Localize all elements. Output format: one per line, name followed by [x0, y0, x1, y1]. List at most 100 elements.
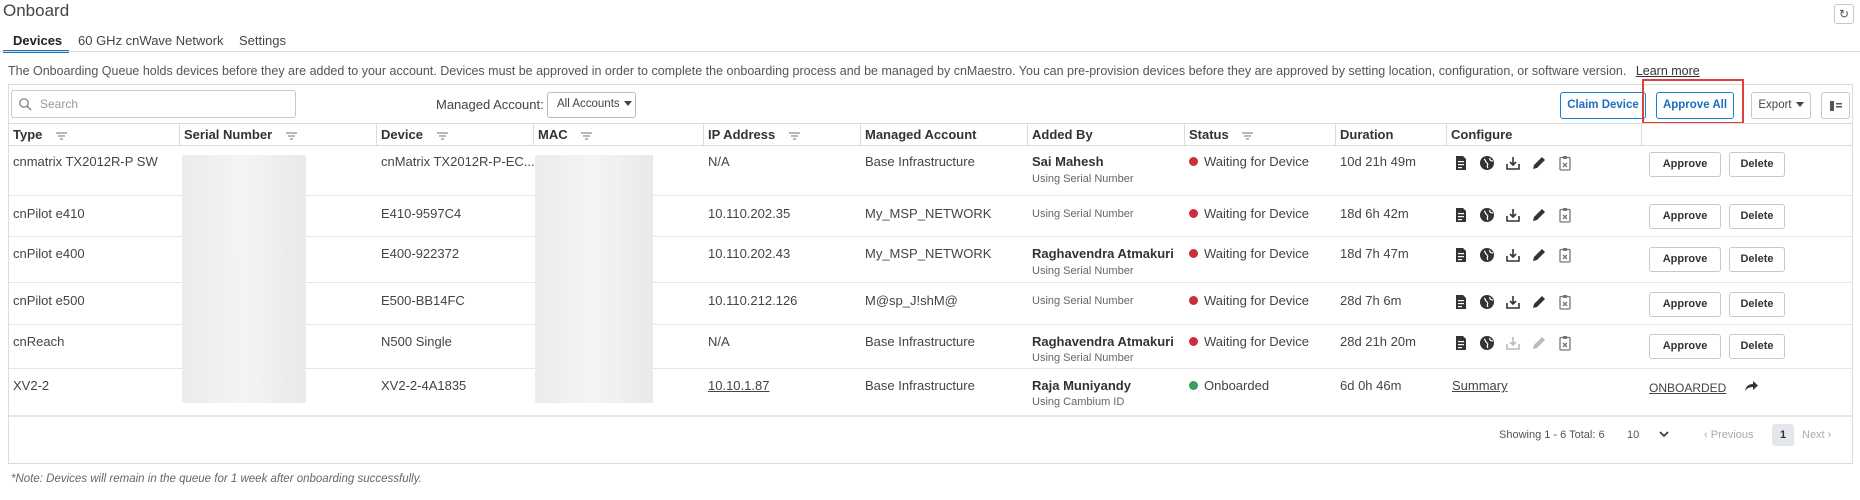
filter-icon[interactable]	[285, 131, 297, 140]
status-waiting-icon	[1189, 209, 1198, 218]
pagination-bar: Showing 1 - 6 Total: 6 10 ‹ Previous 1 N…	[9, 418, 1852, 454]
device-name[interactable]: N500 Single	[381, 334, 452, 349]
device-name[interactable]: E400-922372	[381, 246, 459, 261]
filter-icon[interactable]	[788, 131, 800, 140]
managed-account: My_MSP_NETWORK	[865, 206, 992, 221]
column-header-managed-account[interactable]: Managed Account	[865, 127, 976, 142]
status-waiting-icon	[1189, 337, 1198, 346]
device-type: cnPilot e400	[13, 246, 85, 261]
delete-button[interactable]: Delete	[1729, 334, 1785, 359]
column-header-type[interactable]: Type	[13, 127, 68, 142]
column-divider	[1641, 123, 1642, 146]
clipboard-remove-icon[interactable]	[1557, 294, 1573, 310]
globe-icon[interactable]	[1479, 294, 1495, 310]
tab-60ghz-cnwave-network[interactable]: 60 GHz cnWave Network	[78, 33, 223, 48]
table-row: XV2-2 XV2-2-4A1835 10.10.1.87 Base Infra…	[9, 369, 1852, 416]
approve-button[interactable]: Approve	[1649, 247, 1721, 272]
columns-button[interactable]	[1821, 92, 1850, 119]
column-header-duration[interactable]: Duration	[1340, 127, 1393, 142]
current-page-indicator[interactable]: 1	[1772, 424, 1794, 446]
clipboard-remove-icon[interactable]	[1557, 335, 1573, 351]
delete-button[interactable]: Delete	[1729, 152, 1785, 177]
filter-icon[interactable]	[1242, 131, 1254, 140]
search-input[interactable]	[38, 94, 288, 114]
document-icon[interactable]	[1453, 155, 1469, 171]
pencil-icon[interactable]	[1531, 207, 1547, 223]
document-icon[interactable]	[1453, 335, 1469, 351]
export-button[interactable]: Export	[1751, 92, 1811, 119]
column-divider	[1335, 123, 1336, 146]
approve-button[interactable]: Approve	[1649, 334, 1721, 359]
download-icon[interactable]	[1505, 247, 1521, 263]
tab-settings[interactable]: Settings	[239, 33, 286, 48]
summary-link[interactable]: Summary	[1452, 378, 1508, 393]
column-header-mac[interactable]: MAC	[538, 127, 593, 142]
search-icon	[19, 98, 32, 111]
globe-icon[interactable]	[1479, 207, 1495, 223]
next-label: Next	[1802, 429, 1825, 441]
column-header-added-by[interactable]: Added By	[1032, 127, 1093, 142]
claim-device-button[interactable]: Claim Device	[1560, 92, 1646, 119]
learn-more-link[interactable]: Learn more	[1636, 64, 1700, 78]
approve-button[interactable]: Approve	[1649, 204, 1721, 229]
added-by-name: Raghavendra Atmakuri	[1032, 334, 1174, 349]
table-header: Type Serial Number Device MAC IP Address…	[9, 123, 1852, 146]
pencil-icon[interactable]	[1531, 155, 1547, 171]
onboarded-link[interactable]: ONBOARDED	[1649, 381, 1726, 395]
delete-button[interactable]: Delete	[1729, 292, 1785, 317]
approve-button[interactable]: Approve	[1649, 292, 1721, 317]
serial-number-redacted	[182, 325, 306, 369]
clipboard-remove-icon[interactable]	[1557, 207, 1573, 223]
device-name[interactable]: cnMatrix TX2012R-P-EC...	[381, 154, 535, 169]
next-page-button[interactable]: Next ›	[1802, 429, 1831, 441]
chevron-down-icon[interactable]	[1659, 431, 1669, 438]
globe-icon[interactable]	[1479, 247, 1495, 263]
duration: 6d 0h 46m	[1340, 378, 1402, 393]
device-name[interactable]: E500-BB14FC	[381, 293, 465, 308]
globe-icon[interactable]	[1479, 155, 1495, 171]
serial-number-redacted	[182, 369, 306, 403]
ip-address: 10.110.202.35	[708, 206, 791, 221]
document-icon[interactable]	[1453, 294, 1469, 310]
previous-page-button[interactable]: ‹ Previous	[1704, 429, 1754, 441]
download-icon[interactable]	[1505, 207, 1521, 223]
tab-bar: Devices 60 GHz cnWave Network Settings	[0, 30, 1860, 53]
filter-icon[interactable]	[56, 131, 68, 140]
clipboard-remove-icon[interactable]	[1557, 155, 1573, 171]
delete-button[interactable]: Delete	[1729, 204, 1785, 229]
device-name[interactable]: XV2-2-4A1835	[381, 378, 466, 393]
share-arrow-icon[interactable]	[1743, 378, 1759, 394]
pencil-icon[interactable]	[1531, 247, 1547, 263]
column-header-status[interactable]: Status	[1189, 127, 1254, 142]
added-by-method: Using Serial Number	[1032, 265, 1134, 277]
search-box[interactable]	[11, 90, 296, 118]
document-icon[interactable]	[1453, 207, 1469, 223]
globe-icon[interactable]	[1479, 335, 1495, 351]
column-header-label: Device	[381, 127, 423, 142]
added-by-method: Using Serial Number	[1032, 208, 1134, 220]
delete-button[interactable]: Delete	[1729, 247, 1785, 272]
device-name[interactable]: E410-9597C4	[381, 206, 461, 221]
page-size-value[interactable]: 10	[1627, 429, 1639, 441]
tab-devices[interactable]: Devices	[13, 33, 62, 48]
filter-icon[interactable]	[581, 131, 593, 140]
column-header-device[interactable]: Device	[381, 127, 448, 142]
approve-button[interactable]: Approve	[1649, 152, 1721, 177]
download-icon[interactable]	[1505, 155, 1521, 171]
added-by-name: Raghavendra Atmakuri	[1032, 246, 1174, 261]
column-header-serial-number[interactable]: Serial Number	[184, 127, 297, 142]
status-onboarded-icon	[1189, 381, 1198, 390]
clipboard-remove-icon[interactable]	[1557, 247, 1573, 263]
document-icon[interactable]	[1453, 247, 1469, 263]
column-header-ip-address[interactable]: IP Address	[708, 127, 800, 142]
status-waiting-icon	[1189, 157, 1198, 166]
download-icon[interactable]	[1505, 294, 1521, 310]
filter-icon[interactable]	[436, 131, 448, 140]
mac-redacted	[535, 237, 653, 283]
refresh-button[interactable]: ↻	[1834, 4, 1854, 24]
managed-account-select[interactable]: All Accounts	[547, 92, 636, 118]
pencil-icon[interactable]	[1531, 294, 1547, 310]
ip-address-link[interactable]: 10.10.1.87	[708, 378, 769, 393]
ip-address: 10.110.212.126	[708, 293, 798, 308]
export-label: Export	[1758, 99, 1792, 111]
